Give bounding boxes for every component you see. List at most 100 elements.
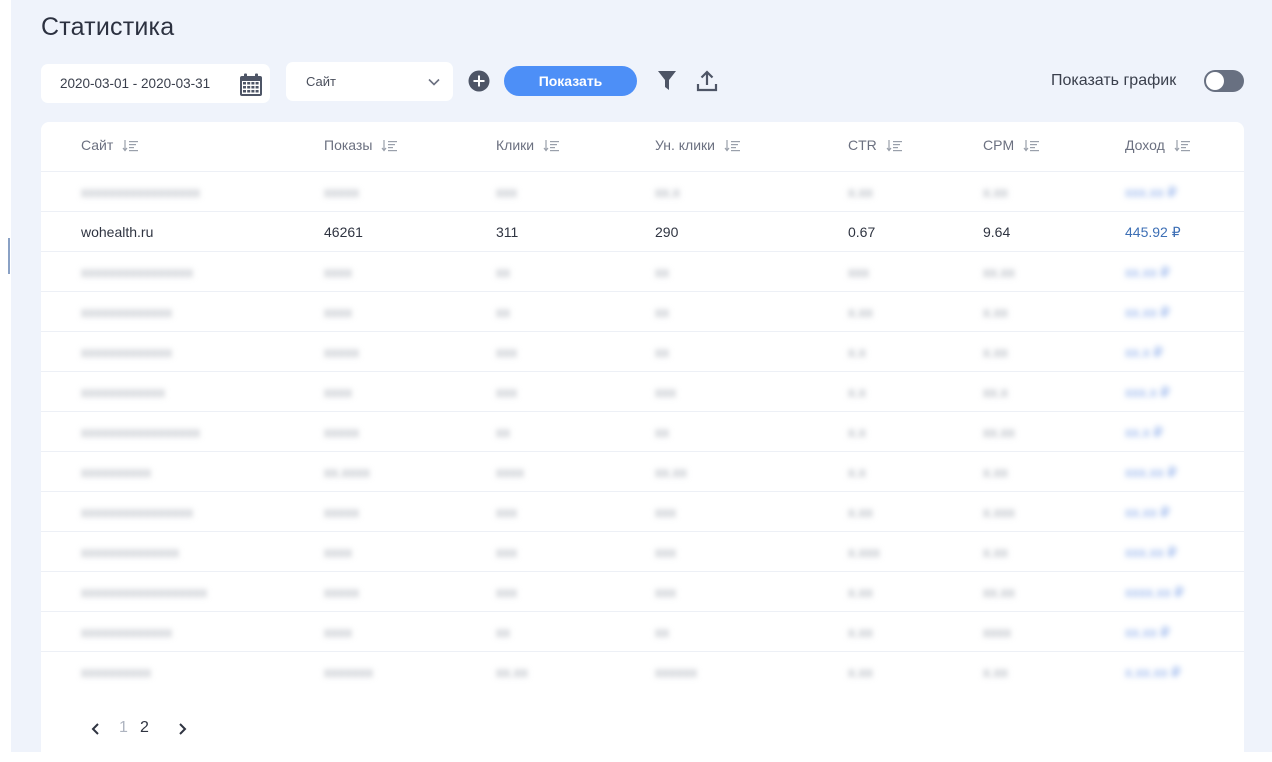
filter-icon[interactable] bbox=[657, 70, 677, 92]
cell-impressions: xxxx bbox=[324, 384, 352, 400]
upload-icon[interactable] bbox=[695, 69, 719, 93]
cell-impressions: xxxxx bbox=[324, 504, 359, 520]
cell-clicks: xx bbox=[496, 304, 510, 320]
cell-income[interactable]: xxx.xx ₽ bbox=[1125, 184, 1177, 201]
col-header-income[interactable]: Доход bbox=[1125, 137, 1191, 153]
cell-income[interactable]: xx.xx ₽ bbox=[1125, 504, 1170, 521]
cell-unique-clicks: xx.x bbox=[655, 184, 680, 200]
site-select-value: Сайт bbox=[306, 74, 336, 89]
col-header-label: Доход bbox=[1125, 137, 1165, 153]
cell-ctr: x.xxx bbox=[848, 544, 880, 560]
sort-icon[interactable] bbox=[122, 139, 139, 152]
cell-cpm: x.xx bbox=[983, 664, 1008, 680]
cell-income[interactable]: xxx.xx ₽ bbox=[1125, 464, 1177, 481]
cell-clicks: xxxx bbox=[496, 464, 524, 480]
cell-clicks: xx bbox=[496, 424, 510, 440]
cell-cpm: xxxx bbox=[983, 624, 1011, 640]
col-header-unique-clicks[interactable]: Ун. клики bbox=[655, 137, 741, 153]
cell-site: xxxxxxxxxxxxx bbox=[81, 344, 172, 360]
page-title: Статистика bbox=[41, 13, 175, 41]
col-header-label: Сайт bbox=[81, 137, 114, 153]
cell-ctr: x.x bbox=[848, 424, 866, 440]
cell-site: xxxxxxxxxxxxxx bbox=[81, 544, 179, 560]
cell-income[interactable]: 445.92 ₽ bbox=[1125, 224, 1181, 241]
main-content: Статистика 2020-03-01 - 2020-03-31 Сайт bbox=[11, 0, 1272, 762]
cell-unique-clicks: xxxxxx bbox=[655, 664, 697, 680]
col-header-impressions[interactable]: Показы bbox=[324, 137, 398, 153]
table-row: xxxxxxxxxxxx xxxx xxx xxx x.x xx.x xxx.x ₽ bbox=[41, 371, 1244, 411]
chevron-down-icon bbox=[428, 78, 440, 86]
cell-income[interactable]: xx.x ₽ bbox=[1125, 344, 1163, 361]
sort-icon[interactable] bbox=[886, 139, 903, 152]
date-range-picker[interactable]: 2020-03-01 - 2020-03-31 bbox=[41, 64, 270, 103]
sort-icon[interactable] bbox=[543, 139, 560, 152]
table-row: xxxxxxxxxxxxxxxxx xxxxx xx xx x.x xx.xx xx.x ₽ bbox=[41, 411, 1244, 451]
cell-site: xxxxxxxxxx bbox=[81, 464, 151, 480]
page-1-link[interactable]: 1 bbox=[119, 719, 128, 737]
cell-clicks: xxx bbox=[496, 184, 517, 200]
col-header-site[interactable]: Сайт bbox=[81, 137, 139, 153]
cell-clicks: xx.xx bbox=[496, 664, 528, 680]
col-header-clicks[interactable]: Клики bbox=[496, 137, 560, 153]
cell-impressions: xxxx bbox=[324, 304, 352, 320]
sort-icon[interactable] bbox=[1023, 139, 1040, 152]
chevron-right-icon[interactable] bbox=[175, 721, 189, 737]
cell-income[interactable]: xxxx.xx ₽ bbox=[1125, 584, 1184, 601]
cell-ctr: x.x bbox=[848, 384, 866, 400]
chevron-left-icon[interactable] bbox=[89, 721, 103, 737]
col-header-ctr[interactable]: CTR bbox=[848, 137, 903, 153]
sidebar-active-marker bbox=[8, 238, 10, 274]
cell-site: xxxxxxxxxxxx bbox=[81, 384, 165, 400]
cell-ctr: x.x bbox=[848, 464, 866, 480]
show-button[interactable]: Показать bbox=[504, 66, 637, 96]
cell-clicks: xxx bbox=[496, 384, 517, 400]
col-header-cpm[interactable]: CPM bbox=[983, 137, 1040, 153]
cell-clicks: xxx bbox=[496, 544, 517, 560]
col-header-label: CTR bbox=[848, 137, 877, 153]
cell-ctr: x.x bbox=[848, 344, 866, 360]
cell-clicks: xxx bbox=[496, 584, 517, 600]
toggle-knob bbox=[1206, 72, 1224, 90]
cell-income[interactable]: xx.xx ₽ bbox=[1125, 304, 1170, 321]
cell-cpm: xx.x bbox=[983, 384, 1008, 400]
table-row: xxxxxxxxxxxxx xxxxx xxx xx x.x x.xx xx.x ₽ bbox=[41, 331, 1244, 371]
table-row: xxxxxxxxxx xx.xxxx xxxx xx.xx x.x x.xx xxx.xx … bbox=[41, 451, 1244, 491]
table-row: xxxxxxxxxxxxxxxxxx xxxxx xxx xxx x.xx xx.xx xx… bbox=[41, 571, 1244, 611]
col-header-label: Показы bbox=[324, 137, 373, 153]
statistics-table: Сайт Показы Клики Ун. клики CTR CPM Доход xxxx… bbox=[41, 122, 1244, 762]
cell-unique-clicks: xx bbox=[655, 264, 669, 280]
col-header-label: CPM bbox=[983, 137, 1015, 153]
table-row: xxxxxxxxxxxxx xxxx xx xx x.xx xxxx xx.xx ₽ bbox=[41, 611, 1244, 651]
cell-site: xxxxxxxxxxxxxxxxx bbox=[81, 184, 200, 200]
cell-unique-clicks: 290 bbox=[655, 224, 679, 240]
cell-ctr: x.xx bbox=[848, 304, 873, 320]
cell-income[interactable]: x.xx.xx ₽ bbox=[1125, 664, 1181, 681]
cell-site: xxxxxxxxxxxxxxxx bbox=[81, 264, 193, 280]
plus-circle-icon[interactable] bbox=[468, 70, 490, 92]
cell-income[interactable]: xx.xx ₽ bbox=[1125, 264, 1170, 281]
cell-cpm: x.xx bbox=[983, 464, 1008, 480]
cell-site: xxxxxxxxxxxxxxxxxx bbox=[81, 584, 207, 600]
cell-site: xxxxxxxxxxxxxxxx bbox=[81, 504, 193, 520]
sort-icon[interactable] bbox=[724, 139, 741, 152]
cell-income[interactable]: xx.x ₽ bbox=[1125, 424, 1163, 441]
show-chart-toggle[interactable] bbox=[1204, 70, 1244, 92]
sort-icon[interactable] bbox=[1174, 139, 1191, 152]
cell-site: xxxxxxxxxxxxxxxxx bbox=[81, 424, 200, 440]
site-select[interactable]: Сайт bbox=[286, 62, 453, 101]
cell-income[interactable]: xx.xx ₽ bbox=[1125, 624, 1170, 641]
cell-impressions: xxxxx bbox=[324, 344, 359, 360]
show-chart-label: Показать график bbox=[1051, 72, 1177, 89]
cell-unique-clicks: xx bbox=[655, 304, 669, 320]
cell-clicks: xx bbox=[496, 624, 510, 640]
calendar-icon[interactable] bbox=[239, 73, 263, 97]
sort-icon[interactable] bbox=[381, 139, 398, 152]
cell-income[interactable]: xxx.xx ₽ bbox=[1125, 544, 1177, 561]
cell-clicks: xx bbox=[496, 264, 510, 280]
page-2-link[interactable]: 2 bbox=[140, 719, 149, 737]
cell-ctr: x.xx bbox=[848, 624, 873, 640]
cell-cpm: x.xx bbox=[983, 544, 1008, 560]
cell-income[interactable]: xxx.x ₽ bbox=[1125, 384, 1170, 401]
cell-unique-clicks: xx bbox=[655, 624, 669, 640]
cell-impressions: xxxx bbox=[324, 624, 352, 640]
